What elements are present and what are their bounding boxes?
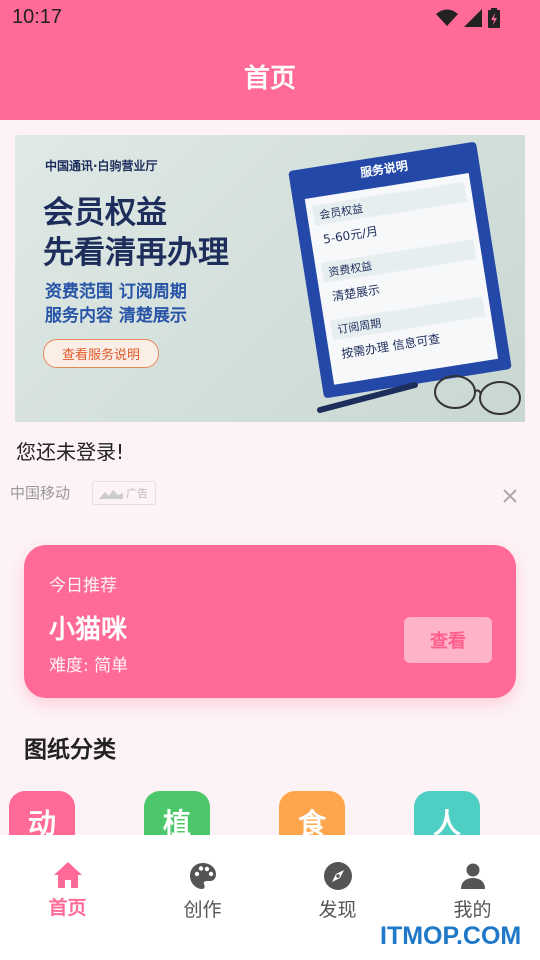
nav-label: 发现 bbox=[318, 899, 357, 921]
page-title: 首页 bbox=[243, 64, 296, 94]
banner-headline-line2: 先看清再办理 bbox=[43, 235, 229, 271]
ad-source-label: 中国移动 bbox=[10, 484, 71, 502]
pen-icon bbox=[317, 382, 418, 413]
status-icons bbox=[436, 8, 500, 28]
nav-discover[interactable]: 发现 bbox=[270, 861, 405, 922]
recommendation-card[interactable]: 今日推荐 小猫咪 难度: 简单 查看 bbox=[24, 545, 516, 698]
watermark: ITMOP.COM bbox=[380, 922, 522, 950]
categories-title: 图纸分类 bbox=[24, 737, 116, 763]
status-time: 10:17 bbox=[12, 6, 63, 28]
ad-badge-label: 广告 bbox=[126, 487, 148, 500]
banner-subtitle: 资费范围 订阅周期 服务内容 清楚展示 bbox=[45, 280, 187, 328]
banner-headline: 会员权益 先看清再办理 bbox=[43, 193, 229, 273]
recommendation-title: 小猫咪 bbox=[49, 615, 128, 645]
wifi-icon bbox=[436, 9, 458, 26]
nav-home[interactable]: 首页 bbox=[0, 861, 135, 920]
ad-badge: 广告 bbox=[92, 481, 156, 505]
status-bar: 10:17 bbox=[0, 0, 540, 40]
doc-sheet: 会员权益 5-60元/月 资费权益 清楚展示 订阅周期 按需办理 信息可查 bbox=[304, 173, 499, 385]
nav-create[interactable]: 创作 bbox=[135, 861, 270, 922]
banner-ad[interactable]: 中国通讯·白驹营业厅 会员权益 先看清再办理 资费范围 订阅周期 服务内容 清楚… bbox=[15, 135, 525, 422]
banner-subtitle-line1: 资费范围 订阅周期 bbox=[45, 282, 187, 302]
compass-icon bbox=[323, 862, 352, 890]
recommendation-difficulty: 难度: 简单 bbox=[49, 656, 129, 676]
banner-headline-line1: 会员权益 bbox=[43, 195, 167, 231]
nav-label: 创作 bbox=[183, 899, 222, 921]
banner-cta-button[interactable]: 查看服务说明 bbox=[43, 339, 160, 368]
app-bar: 首页 bbox=[0, 40, 540, 120]
recommendation-label: 今日推荐 bbox=[49, 576, 117, 596]
nav-label: 我的 bbox=[453, 899, 492, 921]
battery-icon bbox=[488, 8, 500, 28]
ad-logo-icon bbox=[99, 490, 123, 499]
view-button[interactable]: 查看 bbox=[404, 617, 492, 663]
nav-profile[interactable]: 我的 bbox=[405, 861, 540, 922]
home-icon bbox=[53, 862, 82, 888]
signal-icon bbox=[464, 9, 482, 27]
nav-label: 首页 bbox=[48, 897, 87, 919]
banner-tag: 中国通讯·白驹营业厅 bbox=[45, 159, 158, 173]
login-prompt[interactable]: 您还未登录! bbox=[16, 436, 124, 465]
banner-subtitle-line2: 服务内容 清楚展示 bbox=[45, 306, 187, 326]
glasses-icon bbox=[434, 375, 521, 415]
close-ad-icon[interactable] bbox=[500, 486, 520, 506]
palette-icon bbox=[189, 863, 216, 889]
person-icon bbox=[460, 863, 485, 889]
